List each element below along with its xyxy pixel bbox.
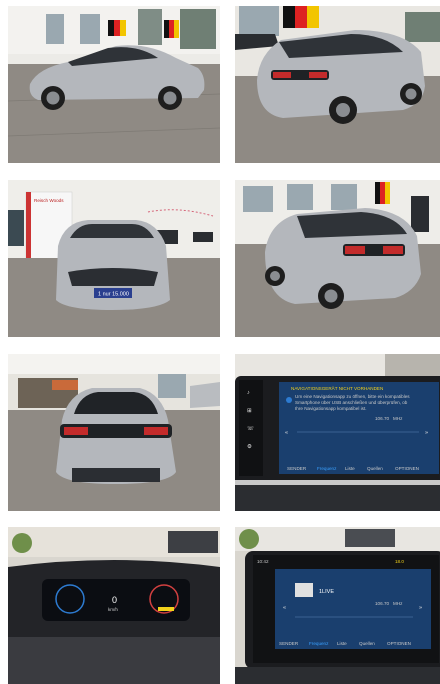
nav-message-line-3: Ihre Navigationsapp kompatibel ist. [295,406,367,411]
dealer-sign-text: Reisch Woods [34,198,64,203]
radio-tab-4[interactable]: Quellen [359,641,375,646]
nav-icon-2: ⊞ [247,408,252,414]
front-view-image: Reisch Woods 1 nur 15.000 [8,180,220,337]
plate-text: 1 nur 15.000 [98,292,129,298]
photo-rear-quarter-left[interactable] [235,180,440,337]
navigation-screen-image: ♪ ⊞ ☏ ⚙ NAVIGATIONSGERÄT NICHT VORHANDEN… [235,354,440,511]
radio-frequency-unit: MHz [393,601,403,606]
radio-station: 1LIVE [319,589,334,595]
photo-radio-screen[interactable]: 10:42 18.0 1LIVE « » 106.70 MHz SENDER F… [235,527,440,684]
radio-tab-3[interactable]: Liste [337,641,347,646]
radio-frequency: 106.70 [375,601,389,606]
nav-frequency: 106.70 [375,416,389,421]
side-view-image [8,6,220,163]
nav-title: NAVIGATIONSGERÄT NICHT VORHANDEN [291,385,383,391]
radio-screen-image: 10:42 18.0 1LIVE « » 106.70 MHz SENDER F… [235,527,440,684]
nav-icon-4: ⚙ [247,443,252,450]
photo-front-view[interactable]: Reisch Woods 1 nur 15.000 [8,180,220,337]
photo-gallery: Reisch Woods 1 nur 15.000 ♪ ⊞ ☏ ⚙ NAVIGA… [0,0,440,684]
nav-message-line-1: Um eine Navigationsapp zu öffnen, bitte … [295,394,410,399]
cluster-speed: 0 [112,595,117,605]
radio-time: 10:42 [257,559,269,564]
radio-tab-1[interactable]: SENDER [279,641,299,646]
rear-view-image [8,354,220,511]
nav-tab-3[interactable]: Liste [345,466,355,471]
nav-tab-4[interactable]: Quellen [367,466,383,471]
nav-frequency-unit: MHz [393,416,403,421]
radio-tab-5[interactable]: OPTIONEN [387,641,411,646]
photo-side-view[interactable] [8,6,220,163]
nav-tab-2[interactable]: Frequenz [317,466,337,471]
rear-quarter-left-image [235,180,440,337]
nav-seek-forward-icon[interactable]: » [425,430,428,436]
nav-message-line-2: Smartphone über USB anschließen und über… [295,400,408,405]
radio-seek-forward-icon[interactable]: » [419,605,422,611]
radio-tab-2[interactable]: Frequenz [309,641,329,646]
photo-navigation-screen[interactable]: ♪ ⊞ ☏ ⚙ NAVIGATIONSGERÄT NICHT VORHANDEN… [235,354,440,511]
nav-icon-3: ☏ [247,425,255,432]
rear-quarter-right-image [235,6,440,163]
nav-icon-1: ♪ [247,390,250,396]
radio-seek-back-icon[interactable]: « [283,605,286,611]
cluster-speed-unit: km/h [108,607,118,612]
nav-tab-1[interactable]: SENDER [287,466,307,471]
photo-rear-view[interactable] [8,354,220,511]
nav-tab-5[interactable]: OPTIONEN [395,466,419,471]
nav-seek-back-icon[interactable]: « [285,430,288,436]
photo-instrument-cluster[interactable]: 0 km/h [8,527,220,684]
instrument-cluster-image: 0 km/h [8,527,220,684]
radio-temperature: 18.0 [395,559,404,564]
photo-rear-quarter-right[interactable] [235,6,440,163]
